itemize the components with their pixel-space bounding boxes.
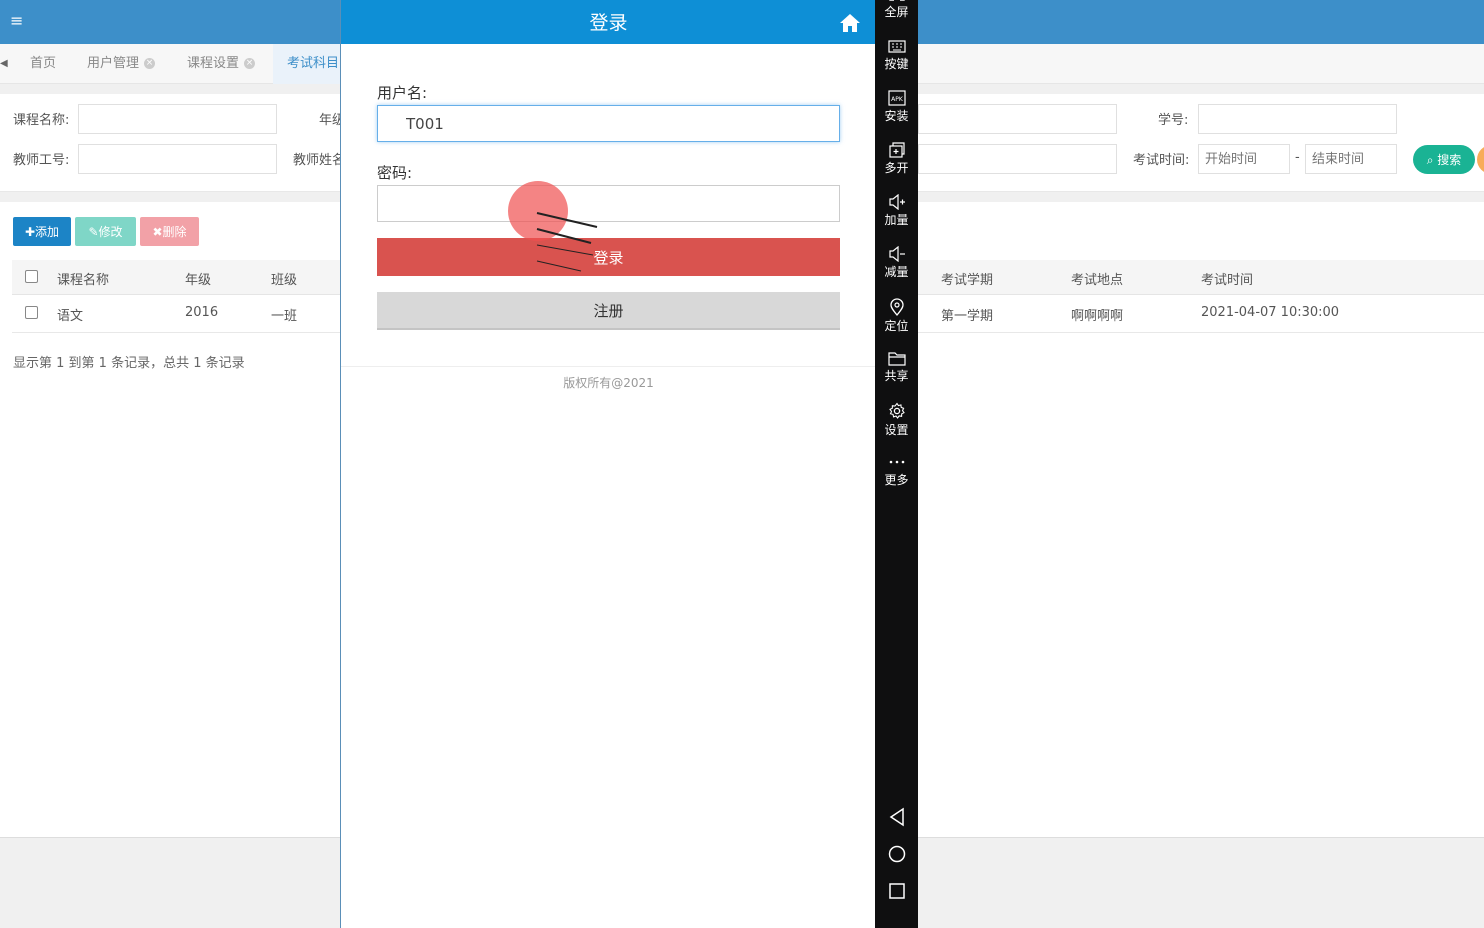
column-header[interactable]: 课程名称 — [57, 269, 109, 288]
fullscreen-icon — [888, 0, 905, 1]
volume-down-icon — [888, 246, 905, 262]
volume-up-icon — [888, 194, 905, 210]
tab-label: 考试科目 — [287, 56, 340, 71]
tab-user-management[interactable]: 用户管理 × — [87, 44, 156, 84]
select-all-checkbox[interactable] — [25, 270, 38, 283]
search-button[interactable]: ⌕ 搜索 — [1413, 145, 1475, 174]
cell-time: 2021-04-07 10:30:00 — [1201, 305, 1340, 320]
toolbar-label: 安装 — [884, 109, 909, 123]
pagination-info: 显示第 1 到第 1 条记录，总共 1 条记录 — [13, 356, 245, 371]
toolbar-label: 加量 — [884, 213, 909, 227]
add-button[interactable]: ✚添加 — [13, 217, 71, 246]
column-header[interactable]: 考试学期 — [941, 269, 993, 288]
apk-icon: APK — [887, 90, 906, 106]
toolbar-volume-up[interactable]: 加量 — [875, 194, 918, 242]
toolbar-multi-instance[interactable]: 多开 — [875, 142, 918, 190]
toolbar-label: 按键 — [884, 57, 909, 71]
student-id-input[interactable] — [1198, 104, 1397, 134]
course-name-label: 课程名称: — [13, 113, 70, 128]
login-title: 登录 — [589, 12, 628, 34]
menu-toggle-icon[interactable]: ≡ — [10, 11, 28, 31]
edit-button-label: 修改 — [98, 225, 123, 239]
tab-close-icon[interactable]: × — [244, 58, 256, 69]
tab-scroll-left-icon[interactable]: ◀ — [0, 56, 10, 72]
cell-grade: 2016 — [185, 305, 219, 320]
folder-icon — [887, 352, 906, 366]
location-icon — [889, 298, 904, 316]
student-id-label: 学号: — [1158, 113, 1189, 128]
toolbar-label: 全屏 — [884, 5, 909, 19]
divider — [341, 366, 876, 367]
username-label: 用户名: — [377, 84, 428, 102]
delete-button[interactable]: ✖删除 — [140, 217, 199, 246]
more-icon — [889, 460, 904, 464]
edit-icon: ✎ — [88, 225, 99, 239]
cell-term: 第一学期 — [941, 309, 994, 324]
password-label: 密码: — [377, 164, 413, 182]
emulator-toolbar: 全屏 按键 APK 安装 多开 加量 减量 定位 共享 设置 更多 — [875, 0, 918, 928]
register-button[interactable]: 注册 — [377, 292, 840, 330]
toolbar-settings[interactable]: 设置 — [875, 402, 918, 450]
gear-icon — [888, 402, 905, 419]
toolbar-label: 多开 — [884, 161, 909, 175]
home-icon[interactable] — [839, 13, 861, 33]
exam-time-label: 考试时间: — [1133, 153, 1190, 168]
tab-close-icon[interactable]: × — [144, 58, 156, 69]
copyright-text: 版权所有@2021 — [563, 376, 654, 390]
edit-button[interactable]: ✎修改 — [75, 217, 136, 246]
column-header[interactable]: 班级 — [271, 269, 297, 288]
delete-button-label: 删除 — [162, 225, 187, 239]
nav-recents-icon[interactable] — [886, 880, 908, 902]
tab-label: 用户管理 — [87, 56, 140, 71]
tab-course-settings[interactable]: 课程设置 × — [187, 44, 256, 84]
toolbar-label: 共享 — [884, 369, 909, 383]
toolbar-label: 设置 — [884, 423, 909, 437]
column-header[interactable]: 年级 — [185, 269, 211, 288]
search-button-label: 搜索 — [1437, 153, 1462, 167]
end-time-input[interactable] — [1305, 144, 1397, 174]
teacher-id-label: 教师工号: — [13, 153, 70, 168]
keyboard-icon — [887, 40, 906, 53]
teacher-name-label: 教师姓名 — [293, 153, 346, 168]
username-input[interactable] — [377, 105, 840, 142]
toolbar-label: 定位 — [884, 319, 909, 333]
row-checkbox[interactable] — [25, 306, 38, 319]
tab-label: 首页 — [30, 56, 57, 71]
toolbar-label: 减量 — [884, 265, 909, 279]
cell-course: 语文 — [57, 309, 84, 324]
add-button-label: 添加 — [35, 225, 60, 239]
class-input[interactable] — [918, 104, 1117, 134]
start-time-input[interactable] — [1198, 144, 1290, 174]
multi-instance-icon — [888, 142, 905, 158]
toolbar-share[interactable]: 共享 — [875, 350, 918, 398]
cell-class: 一班 — [271, 309, 298, 324]
nav-back-icon[interactable] — [886, 806, 908, 828]
date-range-separator: - — [1295, 150, 1300, 165]
login-header: 登录 — [341, 0, 876, 44]
tab-label: 课程设置 — [187, 56, 240, 71]
exam-location-input[interactable] — [918, 144, 1117, 174]
search-icon: ⌕ — [1426, 153, 1438, 167]
toolbar-install[interactable]: APK 安装 — [875, 90, 918, 138]
toolbar-label: 更多 — [884, 473, 909, 487]
column-header[interactable]: 考试地点 — [1071, 269, 1123, 288]
plus-icon: ✚ — [24, 225, 36, 239]
teacher-id-input[interactable] — [78, 144, 277, 174]
nav-home-icon[interactable] — [886, 843, 908, 865]
toolbar-keys[interactable]: 按键 — [875, 38, 918, 86]
course-name-input[interactable] — [78, 104, 277, 134]
toolbar-volume-down[interactable]: 减量 — [875, 246, 918, 294]
cell-location: 啊啊啊啊 — [1071, 309, 1124, 324]
tab-home[interactable]: 首页 — [30, 44, 56, 84]
apk-glyph: APK — [891, 96, 904, 103]
swipe-trail-icon — [536, 212, 598, 272]
delete-icon: ✖ — [152, 225, 163, 239]
column-header[interactable]: 考试时间 — [1201, 269, 1253, 288]
toolbar-location[interactable]: 定位 — [875, 298, 918, 346]
emulator-screen: 登录 用户名: 密码: 登录 注册 版权所有@2021 — [340, 0, 876, 928]
toolbar-more[interactable]: 更多 — [875, 454, 918, 502]
